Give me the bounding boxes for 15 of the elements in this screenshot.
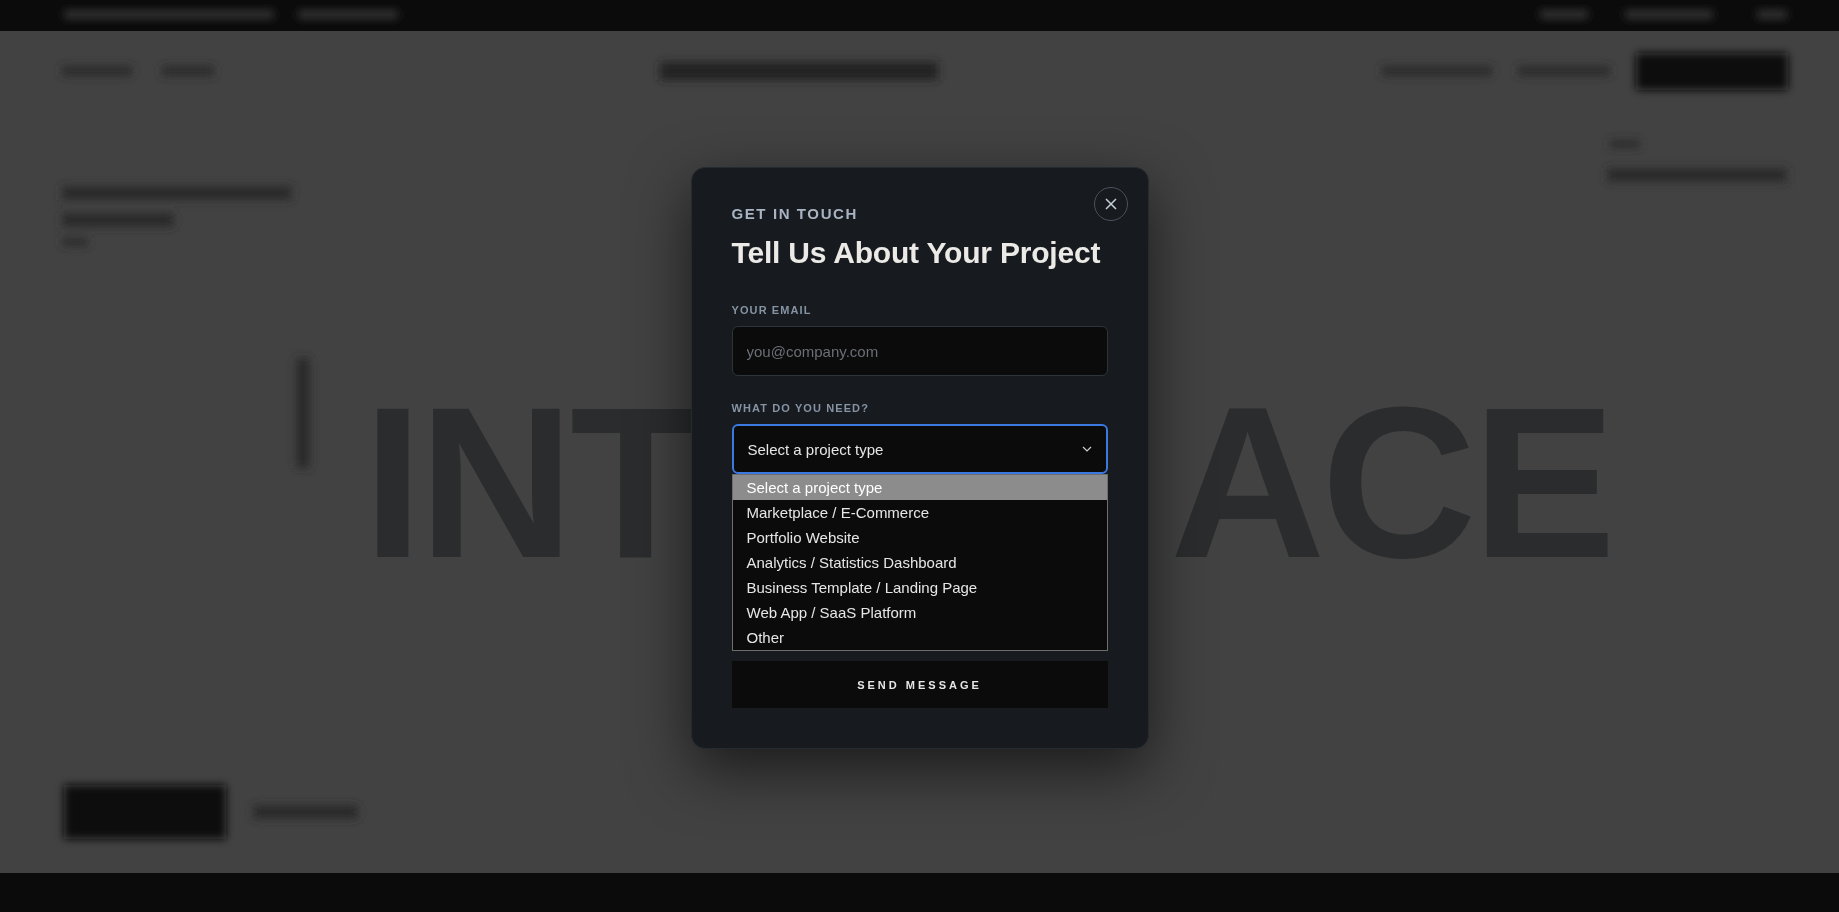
dialog-title: Tell Us About Your Project <box>731 236 1102 270</box>
chevron-down-icon <box>1081 446 1092 452</box>
project-type-dropdown[interactable]: Select a project type <box>731 424 1108 474</box>
dropdown-option[interactable]: Web App / SaaS Platform <box>732 600 1107 625</box>
email-field[interactable]: you@company.com <box>731 326 1108 376</box>
dropdown-option[interactable]: Other <box>732 625 1107 650</box>
close-icon <box>1104 198 1117 210</box>
dropdown-option[interactable]: Portfolio Website <box>732 525 1107 550</box>
dropdown-option[interactable]: Marketplace / E-Commerce <box>732 500 1107 525</box>
eyebrow-text: GET IN TOUCH <box>731 205 859 222</box>
send-message-button[interactable]: SEND MESSAGE <box>731 661 1108 708</box>
field-label: WHAT DO YOU NEED? <box>731 402 870 414</box>
field-label: YOUR EMAIL <box>731 304 813 316</box>
dropdown-option[interactable]: Analytics / Statistics Dashboard <box>732 550 1107 575</box>
dropdown-option[interactable]: Business Template / Landing Page <box>732 575 1107 600</box>
